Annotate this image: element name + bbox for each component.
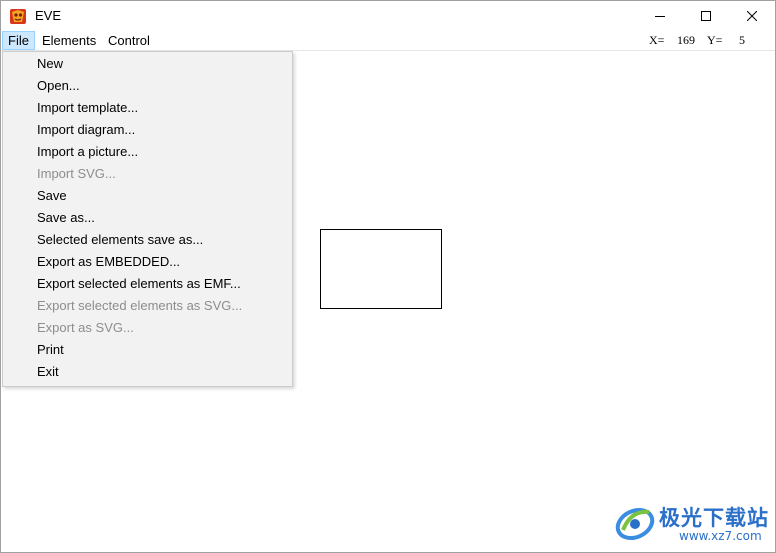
window-title: EVE bbox=[35, 8, 62, 23]
menu-item-exit[interactable]: Exit bbox=[3, 361, 292, 383]
menu-file[interactable]: File bbox=[2, 31, 35, 50]
x-value: 169 bbox=[677, 33, 695, 47]
menu-elements[interactable]: Elements bbox=[37, 31, 101, 50]
menu-item-import-svg: Import SVG... bbox=[37, 166, 116, 181]
menu-control[interactable]: Control bbox=[103, 31, 155, 50]
eve-app-icon[interactable] bbox=[9, 7, 27, 25]
menu-item-save[interactable]: Save bbox=[3, 185, 292, 207]
maximize-icon bbox=[701, 11, 711, 21]
watermark-logo-icon bbox=[615, 507, 655, 541]
title-bar[interactable]: EVE bbox=[1, 1, 775, 31]
menu-item-save-as[interactable]: Save as... bbox=[3, 207, 292, 229]
y-value: 5 bbox=[739, 33, 745, 47]
close-icon bbox=[747, 11, 757, 21]
menu-item-new[interactable]: New bbox=[3, 53, 292, 75]
watermark: 极光下载站 www.xz7.com bbox=[613, 498, 773, 548]
menu-item-export-embedded[interactable]: Export as EMBEDDED... bbox=[3, 251, 292, 273]
watermark-url: www.xz7.com bbox=[679, 529, 762, 543]
x-label: X= bbox=[649, 33, 665, 47]
menu-item-export-selected-svg: Export selected elements as SVG... bbox=[37, 298, 243, 313]
menu-item-selected-save-as[interactable]: Selected elements save as... bbox=[3, 229, 292, 251]
menu-item-import-template[interactable]: Import template... bbox=[3, 97, 292, 119]
cursor-coordinates: X= 169 Y= 5 bbox=[635, 31, 775, 50]
menu-item-print[interactable]: Print bbox=[3, 339, 292, 361]
maximize-button[interactable] bbox=[683, 1, 729, 31]
file-menu-dropdown: New Open... Import template... Import di… bbox=[2, 51, 293, 387]
app-window: EVE File Elements Control X= 169 Y= 5 Ne… bbox=[0, 0, 776, 553]
canvas-rectangle-element[interactable] bbox=[320, 229, 442, 309]
minimize-button[interactable] bbox=[637, 1, 683, 31]
menu-item-open[interactable]: Open... bbox=[3, 75, 292, 97]
menu-item-export-svg: Export as SVG... bbox=[37, 320, 134, 335]
y-label: Y= bbox=[707, 33, 723, 47]
close-button[interactable] bbox=[729, 1, 775, 31]
menu-item-import-picture[interactable]: Import a picture... bbox=[3, 141, 292, 163]
minimize-icon bbox=[655, 16, 665, 17]
menu-item-export-selected-emf[interactable]: Export selected elements as EMF... bbox=[3, 273, 292, 295]
watermark-site-name: 极光下载站 bbox=[659, 506, 769, 530]
menu-item-import-diagram[interactable]: Import diagram... bbox=[3, 119, 292, 141]
